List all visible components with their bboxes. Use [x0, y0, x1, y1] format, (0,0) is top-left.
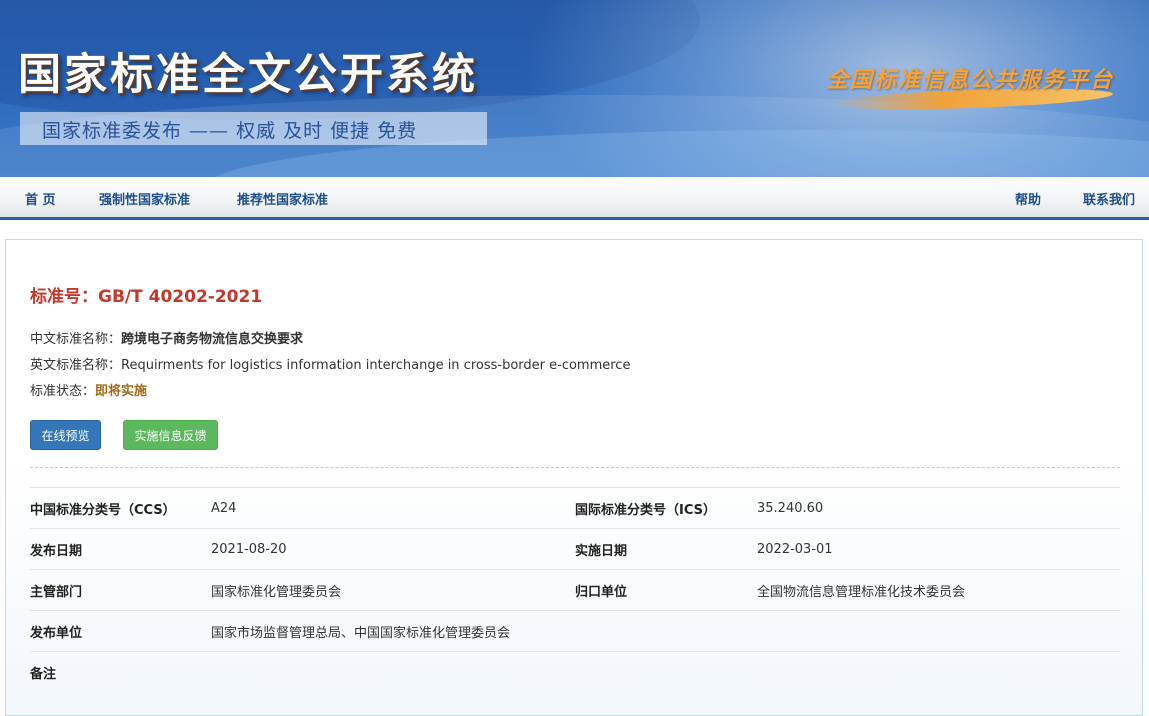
- standard-meta-table: 中国标准分类号（CCS） A24 国际标准分类号（ICS） 35.240.60 …: [30, 487, 1120, 693]
- table-row: 主管部门 国家标准化管理委员会 归口单位 全国物流信息管理标准化技术委员会: [30, 569, 1120, 611]
- status-row: 标准状态：即将实施: [30, 380, 147, 399]
- table-row: 发布单位 国家市场监督管理总局、中国国家标准化管理委员会: [30, 610, 1120, 652]
- cn-name-row: 中文标准名称：跨境电子商务物流信息交换要求: [30, 328, 303, 347]
- dept-label: 主管部门: [30, 569, 211, 611]
- header-banner: 国家标准全文公开系统 国家标准委发布 —— 权威 及时 便捷 免费 全国标准信息…: [0, 0, 1149, 177]
- nav-contact-us[interactable]: 联系我们: [1083, 189, 1135, 208]
- publish-date-value: 2021-08-20: [211, 528, 575, 570]
- ccs-value: A24: [211, 487, 575, 529]
- standard-number-title: 标准号：GB/T 40202-2021: [30, 287, 263, 307]
- cn-name-label: 中文标准名称：: [30, 332, 122, 347]
- ics-value: 35.240.60: [757, 487, 1120, 529]
- nav-home[interactable]: 首 页: [25, 189, 56, 208]
- standard-detail-panel: 标准号：GB/T 40202-2021 中文标准名称：跨境电子商务物流信息交换要…: [5, 239, 1143, 716]
- slogan-text: 国家标准委发布 —— 权威 及时 便捷 免费: [42, 120, 418, 142]
- ccs-label: 中国标准分类号（CCS）: [30, 487, 211, 529]
- site-title: 国家标准全文公开系统: [18, 50, 478, 100]
- table-row: 中国标准分类号（CCS） A24 国际标准分类号（ICS） 35.240.60: [30, 487, 1120, 529]
- table-row: 发布日期 2021-08-20 实施日期 2022-03-01: [30, 528, 1120, 570]
- owner-value: 全国物流信息管理标准化技术委员会: [757, 569, 1120, 611]
- effective-date-label: 实施日期: [575, 528, 757, 570]
- en-name-row: 英文标准名称：Requirments for logistics informa…: [30, 354, 630, 373]
- nav-help[interactable]: 帮助: [1015, 189, 1041, 208]
- remark-label: 备注: [30, 651, 211, 693]
- publisher-label: 发布单位: [30, 610, 211, 652]
- main-nav: 首 页 强制性国家标准 推荐性国家标准 帮助 联系我们: [0, 177, 1149, 217]
- implementation-feedback-button[interactable]: 实施信息反馈: [123, 420, 218, 450]
- online-preview-button[interactable]: 在线预览: [30, 420, 101, 450]
- en-name-label: 英文标准名称：: [30, 358, 122, 373]
- en-name-value: Requirments for logistics information in…: [121, 358, 631, 373]
- section-divider: [30, 467, 1120, 468]
- nav-mandatory-standards[interactable]: 强制性国家标准: [99, 189, 190, 208]
- remark-value: [211, 651, 1120, 693]
- nav-underline: [0, 217, 1149, 220]
- owner-label: 归口单位: [575, 569, 757, 611]
- effective-date-value: 2022-03-01: [757, 528, 1120, 570]
- ics-label: 国际标准分类号（ICS）: [575, 487, 757, 529]
- dept-value: 国家标准化管理委员会: [211, 569, 575, 611]
- table-row: 备注: [30, 651, 1120, 693]
- publisher-value: 国家市场监督管理总局、中国国家标准化管理委员会: [211, 610, 1120, 652]
- cn-name-value: 跨境电子商务物流信息交换要求: [121, 332, 304, 347]
- nav-recommended-standards[interactable]: 推荐性国家标准: [237, 189, 328, 208]
- status-label: 标准状态：: [30, 384, 96, 399]
- slogan-box: 国家标准委发布 —— 权威 及时 便捷 免费: [20, 112, 487, 145]
- status-value: 即将实施: [95, 384, 148, 399]
- publish-date-label: 发布日期: [30, 528, 211, 570]
- platform-logo-text: 全国标准信息公共服务平台: [826, 67, 1115, 93]
